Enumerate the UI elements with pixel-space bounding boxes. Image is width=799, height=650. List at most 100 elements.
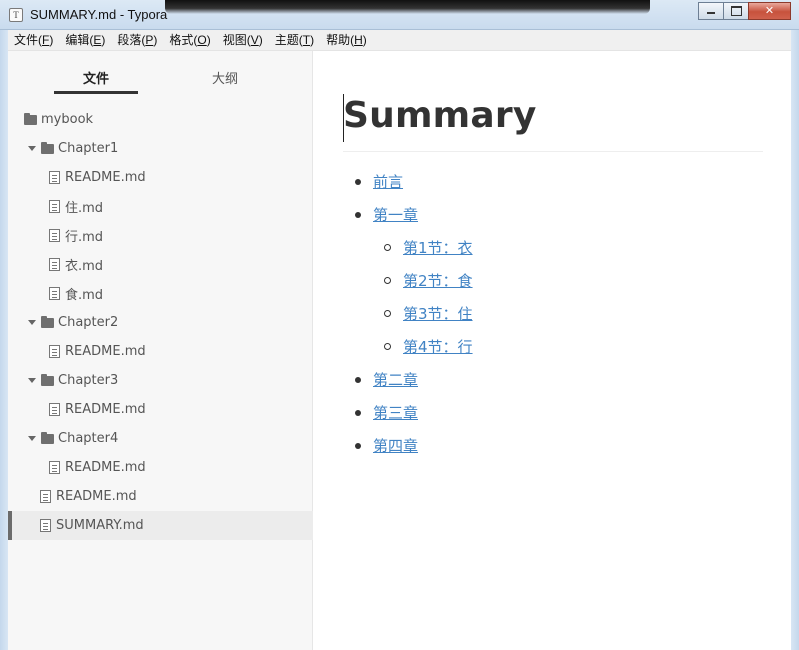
- file-tree: mybook Chapter1 README.md 住.md 行.md 衣.md 食.md C…: [8, 105, 313, 540]
- window-controls: ✕: [698, 2, 791, 20]
- tree-label: Chapter3: [58, 373, 119, 388]
- folder-icon: [41, 141, 54, 154]
- bullet-icon: [355, 409, 361, 416]
- tree-file[interactable]: README.md: [8, 482, 313, 511]
- caret-down-icon[interactable]: [28, 146, 36, 151]
- tree-file[interactable]: README.md: [8, 337, 313, 366]
- summary-link[interactable]: 第1节：衣: [403, 237, 473, 258]
- tree-label: 住.md: [65, 201, 104, 216]
- sidebar: 文件 大纲 mybook Chapter1 README.md 住.md 行.md 衣.m…: [8, 51, 313, 650]
- window-frame-left: [0, 30, 8, 650]
- tree-folder[interactable]: mybook: [8, 105, 313, 134]
- list-item: 第二章: [343, 363, 473, 396]
- tree-file[interactable]: 住.md: [8, 192, 313, 221]
- hollow-bullet-icon: [384, 244, 391, 251]
- editor-area[interactable]: Summary 前言第一章第1节：衣第2节：食第3节：住第4节：行第二章第三章第…: [314, 51, 791, 650]
- summary-link[interactable]: 前言: [373, 171, 403, 192]
- file-icon: [49, 403, 60, 416]
- hollow-bullet-icon: [384, 310, 391, 317]
- tree-label: Chapter4: [58, 431, 119, 446]
- minimize-button[interactable]: [698, 2, 724, 20]
- hollow-bullet-icon: [384, 277, 391, 284]
- caret-down-icon[interactable]: [28, 378, 36, 383]
- tree-folder[interactable]: Chapter2: [8, 308, 313, 337]
- maximize-button[interactable]: [723, 2, 749, 20]
- folder-icon: [41, 373, 54, 386]
- menu-item[interactable]: 帮助(H): [320, 30, 373, 51]
- bullet-icon: [355, 211, 361, 218]
- tree-label: 衣.md: [65, 259, 104, 274]
- list-item: 第四章: [343, 429, 473, 462]
- sub-list-item: 第2节：食: [343, 264, 473, 297]
- summary-link[interactable]: 第一章: [373, 204, 418, 225]
- document-heading[interactable]: Summary: [343, 95, 537, 136]
- tree-file[interactable]: 行.md: [8, 221, 313, 250]
- menu-item[interactable]: 文件(F): [8, 30, 59, 51]
- tree-file[interactable]: SUMMARY.md: [8, 511, 313, 540]
- tree-file[interactable]: README.md: [8, 163, 313, 192]
- summary-link[interactable]: 第三章: [373, 402, 418, 423]
- menu-item[interactable]: 视图(V): [217, 30, 269, 51]
- tree-label: mybook: [41, 112, 94, 127]
- active-tab-indicator: [54, 91, 138, 94]
- tree-file[interactable]: README.md: [8, 453, 313, 482]
- tab-files[interactable]: 文件: [54, 68, 138, 87]
- caret-down-icon[interactable]: [28, 436, 36, 441]
- summary-link[interactable]: 第2节：食: [403, 270, 473, 291]
- menu-item[interactable]: 段落(P): [111, 30, 163, 51]
- tree-folder[interactable]: Chapter1: [8, 134, 313, 163]
- hollow-bullet-icon: [384, 343, 391, 350]
- summary-link[interactable]: 第四章: [373, 435, 418, 456]
- file-icon: [49, 287, 60, 300]
- file-icon: [49, 258, 60, 271]
- menu-item[interactable]: 编辑(E): [59, 30, 111, 51]
- tree-folder[interactable]: Chapter4: [8, 424, 313, 453]
- sidebar-tabs: 文件 大纲: [8, 51, 312, 97]
- tree-label: README.md: [65, 402, 146, 417]
- menu-item[interactable]: 格式(O): [163, 30, 216, 51]
- bullet-icon: [355, 376, 361, 383]
- sub-list-item: 第1节：衣: [343, 231, 473, 264]
- window-frame-right: [791, 30, 799, 650]
- list-item: 第三章: [343, 396, 473, 429]
- file-icon: [49, 200, 60, 213]
- sub-list-item: 第4节：行: [343, 330, 473, 363]
- menu-bar: 文件(F) 编辑(E) 段落(P) 格式(O) 视图(V) 主题(T) 帮助(H): [8, 30, 791, 51]
- caret-down-icon[interactable]: [28, 320, 36, 325]
- tree-label: 行.md: [65, 230, 104, 245]
- file-icon: [49, 229, 60, 242]
- tree-label: SUMMARY.md: [56, 518, 144, 533]
- heading-divider: [343, 151, 763, 152]
- tree-label: Chapter2: [58, 315, 119, 330]
- file-icon: [40, 519, 51, 532]
- sub-list-item: 第3节：住: [343, 297, 473, 330]
- folder-icon: [41, 431, 54, 444]
- tree-file[interactable]: 食.md: [8, 279, 313, 308]
- file-icon: [40, 490, 51, 503]
- tree-label: README.md: [65, 170, 146, 185]
- tree-label: README.md: [65, 460, 146, 475]
- tree-label: README.md: [56, 489, 137, 504]
- file-icon: [49, 345, 60, 358]
- summary-link[interactable]: 第二章: [373, 369, 418, 390]
- typora-app-icon: T: [9, 8, 23, 22]
- tree-label: Chapter1: [58, 141, 119, 156]
- window-title: SUMMARY.md - Typora: [30, 7, 168, 22]
- bullet-icon: [355, 442, 361, 449]
- folder-icon: [41, 315, 54, 328]
- summary-link[interactable]: 第3节：住: [403, 303, 473, 324]
- tree-label: 食.md: [65, 288, 104, 303]
- tree-file[interactable]: README.md: [8, 395, 313, 424]
- summary-link[interactable]: 第4节：行: [403, 336, 473, 357]
- close-button[interactable]: ✕: [748, 2, 791, 20]
- list-item: 第一章: [343, 198, 473, 231]
- menu-item[interactable]: 主题(T): [269, 30, 320, 51]
- tab-outline[interactable]: 大纲: [183, 68, 267, 87]
- bullet-icon: [355, 178, 361, 185]
- tree-file[interactable]: 衣.md: [8, 250, 313, 279]
- file-icon: [49, 171, 60, 184]
- title-bar: T SUMMARY.md - Typora ✕: [0, 0, 799, 30]
- tree-folder[interactable]: Chapter3: [8, 366, 313, 395]
- list-item: 前言: [343, 165, 473, 198]
- title-bar-overlay: [165, 0, 650, 14]
